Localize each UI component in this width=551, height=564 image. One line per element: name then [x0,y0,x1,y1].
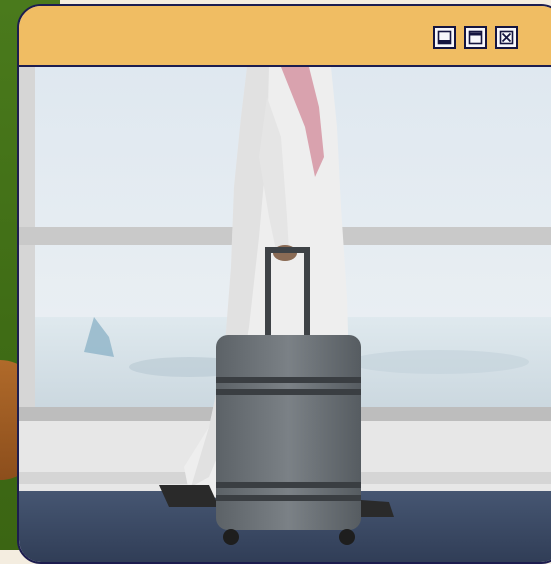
close-icon [499,30,514,45]
close-button[interactable] [495,26,518,49]
minimize-button[interactable] [433,26,456,49]
window-titlebar [19,6,551,67]
traveler-photo [19,67,551,562]
app-window [17,4,551,564]
traveler-illustration [19,67,551,562]
window-controls [433,26,518,49]
maximize-button[interactable] [464,26,487,49]
maximize-icon [468,30,483,45]
minimize-icon [437,30,452,45]
